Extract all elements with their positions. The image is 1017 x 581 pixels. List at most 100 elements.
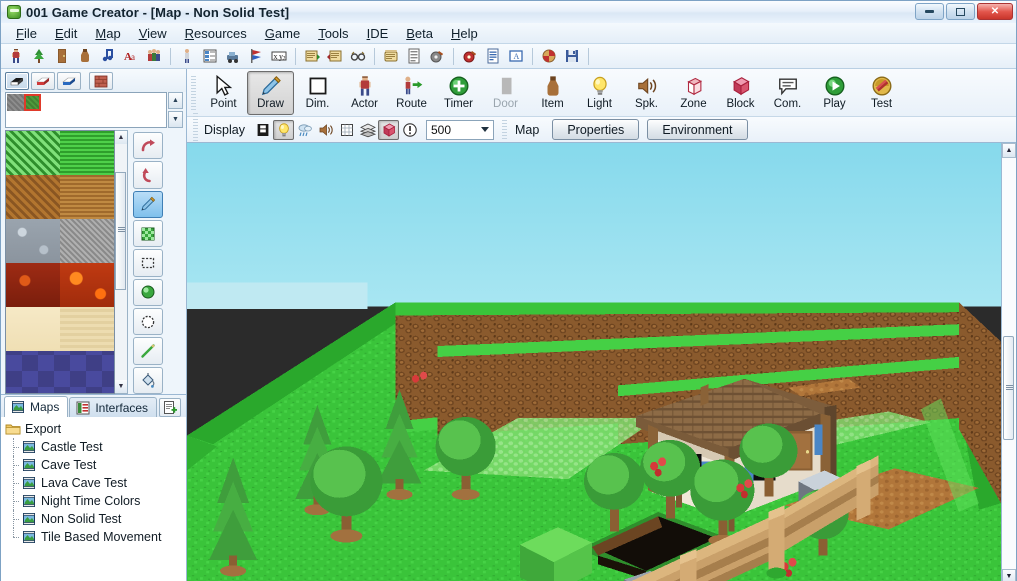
palette-scroll-track[interactable] xyxy=(115,144,127,380)
circle-outline-tool[interactable] xyxy=(133,307,163,336)
animation-toggle[interactable] xyxy=(252,120,273,140)
editor-tool-draw[interactable]: Draw xyxy=(247,70,294,115)
preview-tile-stone[interactable] xyxy=(7,94,24,111)
warnings-toggle[interactable] xyxy=(399,120,420,140)
tile-lava-bright[interactable] xyxy=(60,263,114,307)
editor-tool-item[interactable]: Item xyxy=(529,71,576,115)
toolbar-variables-button[interactable]: xy2 xyxy=(268,46,290,67)
scroll-down-button[interactable]: ▼ xyxy=(1002,569,1016,581)
tab-maps[interactable]: Maps xyxy=(4,396,69,417)
blocks-toggle[interactable] xyxy=(378,119,399,140)
tree-item-non-solid-test[interactable]: Non Solid Test xyxy=(5,510,186,528)
bucket-fill-tool[interactable] xyxy=(133,366,163,394)
toolbar-hero-button[interactable] xyxy=(176,46,198,67)
tile-sand[interactable] xyxy=(60,307,114,351)
toolbar-flag-button[interactable] xyxy=(245,46,267,67)
layer-tab-blue[interactable] xyxy=(57,72,81,90)
layer-tab-red[interactable] xyxy=(31,72,55,90)
palette-scroll-up[interactable]: ▲ xyxy=(115,131,127,144)
toolbar-tree-button[interactable] xyxy=(28,46,50,67)
menu-game[interactable]: Game xyxy=(256,24,309,43)
menu-file[interactable]: File xyxy=(7,24,46,43)
toolbar-music-note-button[interactable] xyxy=(97,46,119,67)
toolbar-script-in-button[interactable] xyxy=(301,46,323,67)
close-button[interactable]: ✕ xyxy=(977,3,1013,20)
vertical-scroll-track[interactable] xyxy=(1002,158,1016,569)
editor-tool-play[interactable]: Play xyxy=(811,71,858,115)
editor-tool-timer[interactable]: Timer xyxy=(435,71,482,115)
tab-interfaces[interactable]: Interfaces xyxy=(69,397,158,417)
tile-sand-pale[interactable] xyxy=(6,307,60,351)
menu-view[interactable]: View xyxy=(130,24,176,43)
tile-grass-pattern[interactable] xyxy=(6,131,60,175)
tree-item-cave-test[interactable]: Cave Test xyxy=(5,456,186,474)
menu-help[interactable]: Help xyxy=(442,24,487,43)
undo-button[interactable] xyxy=(133,161,163,189)
environment-button[interactable]: Environment xyxy=(647,119,748,140)
toolbar-vehicle-button[interactable] xyxy=(222,46,244,67)
menu-beta[interactable]: Beta xyxy=(397,24,442,43)
new-map-button[interactable] xyxy=(159,398,181,417)
toolbar-actor-button[interactable] xyxy=(5,46,27,67)
editor-tool-test[interactable]: Test xyxy=(858,71,905,115)
menu-resources[interactable]: Resources xyxy=(176,24,256,43)
pattern-fill-tool[interactable] xyxy=(133,219,163,248)
tile-lava-dark[interactable] xyxy=(6,263,60,307)
pencil-tool[interactable] xyxy=(133,190,163,218)
toolbar-record-button[interactable] xyxy=(426,46,448,67)
layer-tab-wall[interactable] xyxy=(89,72,113,90)
tile-palette[interactable] xyxy=(5,130,115,394)
toolbar-drag-grip[interactable] xyxy=(191,75,196,110)
minimize-button[interactable] xyxy=(915,3,944,20)
palette-scrollbar[interactable]: ▲ ▼ xyxy=(115,130,128,394)
toolbar-font-button[interactable]: Aa xyxy=(120,46,142,67)
display-drag-grip[interactable] xyxy=(193,112,198,147)
preview-tile-grass[interactable] xyxy=(24,94,41,111)
filled-circle-tool[interactable] xyxy=(133,278,163,306)
preview-spin-up[interactable]: ▲ xyxy=(168,92,183,109)
toolbar-list-button[interactable] xyxy=(403,46,425,67)
selected-tile-preview[interactable] xyxy=(5,92,167,128)
editor-tool-com[interactable]: Com. xyxy=(764,71,811,115)
tile-cobblestone[interactable] xyxy=(6,219,60,263)
editor-tool-block[interactable]: Block xyxy=(717,71,764,115)
toolbar-party-button[interactable] xyxy=(143,46,165,67)
editor-tool-dim[interactable]: Dim. xyxy=(294,71,341,115)
toolbar-save-button[interactable] xyxy=(561,46,583,67)
tree-item-lava-cave-test[interactable]: Lava Cave Test xyxy=(5,474,186,492)
tree-item-castle-test[interactable]: Castle Test xyxy=(5,438,186,456)
palette-scroll-thumb[interactable] xyxy=(115,172,126,290)
editor-tool-spk[interactable]: Spk. xyxy=(623,71,670,115)
tile-dirt-dark[interactable] xyxy=(6,175,60,219)
preview-spin-down[interactable]: ▼ xyxy=(168,111,183,128)
menu-ide[interactable]: IDE xyxy=(358,24,398,43)
toolbar-script-out-button[interactable] xyxy=(324,46,346,67)
grid-toggle[interactable] xyxy=(336,120,357,140)
tile-gravel[interactable] xyxy=(60,219,114,263)
toolbar-scroll-stack-button[interactable] xyxy=(380,46,402,67)
toolbar-database-button[interactable] xyxy=(199,46,221,67)
layer-tab-ground[interactable] xyxy=(5,72,29,90)
toolbar-document-button[interactable] xyxy=(482,46,504,67)
toolbar-door-button[interactable] xyxy=(51,46,73,67)
weather-toggle[interactable] xyxy=(294,120,315,140)
redo-button[interactable] xyxy=(133,132,163,160)
editor-tool-light[interactable]: Light xyxy=(576,71,623,115)
line-tool[interactable] xyxy=(133,337,163,365)
tree-root-export[interactable]: Export xyxy=(5,420,186,438)
properties-button[interactable]: Properties xyxy=(552,119,640,140)
editor-tool-actor[interactable]: Actor xyxy=(341,71,388,115)
rect-select-tool[interactable] xyxy=(133,249,163,277)
editor-tool-door[interactable]: Door xyxy=(482,71,529,115)
menu-edit[interactable]: Edit xyxy=(46,24,86,43)
editor-tool-route[interactable]: Route xyxy=(388,71,435,115)
view-distance-combo[interactable]: 500 xyxy=(426,119,494,140)
editor-tool-zone[interactable]: Zone xyxy=(670,71,717,115)
tree-item-tile-based-movement[interactable]: Tile Based Movement xyxy=(5,528,186,546)
palette-scroll-down[interactable]: ▼ xyxy=(115,380,127,393)
viewport-vertical-scrollbar[interactable]: ▲ ▼ xyxy=(1001,143,1016,581)
scroll-up-button[interactable]: ▲ xyxy=(1002,143,1016,158)
map-3d-viewport[interactable] xyxy=(187,143,1001,581)
editor-tool-point[interactable]: Point xyxy=(200,71,247,115)
tree-item-night-time-colors[interactable]: Night Time Colors xyxy=(5,492,186,510)
